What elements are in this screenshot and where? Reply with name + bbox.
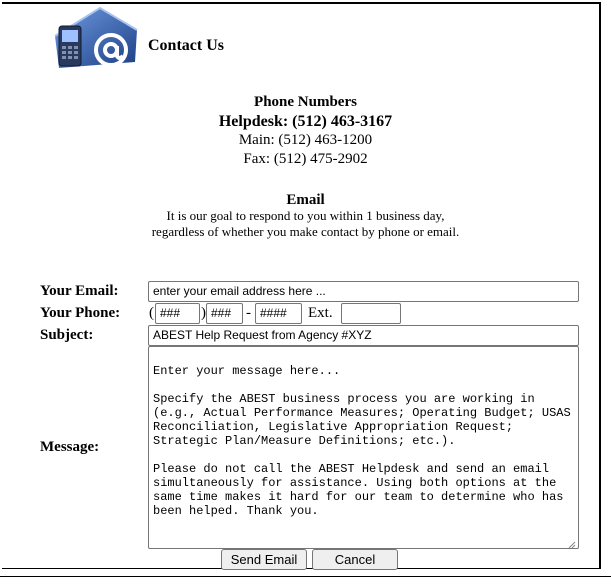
phone-open-paren: (	[149, 305, 154, 321]
email-label: Your Email:	[40, 283, 119, 299]
phone-numbers-heading: Phone Numbers	[254, 94, 357, 110]
message-textarea[interactable]: Enter your message here... Specify the A…	[148, 346, 579, 549]
resize-grip-icon[interactable]	[566, 536, 576, 549]
subject-label: Subject:	[40, 327, 94, 343]
message-label: Message:	[40, 439, 100, 455]
phone-ext-input[interactable]	[341, 303, 401, 324]
email-heading: Email	[286, 192, 325, 208]
subject-field[interactable]: ABEST Help Request from Agency #XYZ	[148, 325, 579, 346]
helpdesk-phone: Helpdesk: (512) 463-3167	[218, 113, 393, 130]
bottom-divider	[0, 576, 611, 577]
phone-area-code-input[interactable]: ###	[155, 303, 200, 324]
ext-label: Ext.	[308, 305, 333, 321]
main-phone: Main: (512) 463-1200	[238, 132, 373, 148]
email-field[interactable]: enter your email address here ...	[148, 281, 579, 302]
phone-prefix-input[interactable]: ###	[206, 303, 243, 324]
email-info-section: Email It is our goal to respond to you w…	[0, 192, 611, 240]
phone-dash: -	[246, 305, 251, 321]
email-info-line-1: It is our goal to respond to you within …	[166, 208, 445, 223]
send-email-button[interactable]: Send Email	[221, 549, 307, 570]
phone-numbers-section: Phone Numbers Helpdesk: (512) 463-3167 M…	[0, 93, 611, 169]
email-at-phone-icon	[45, 6, 140, 72]
phone-line-input[interactable]: ####	[255, 303, 302, 324]
cancel-button[interactable]: Cancel	[312, 549, 398, 570]
email-info-line-2: regardless of whether you make contact b…	[151, 224, 460, 239]
phone-label: Your Phone:	[40, 305, 121, 321]
fax-number: Fax: (512) 475-2902	[243, 151, 368, 167]
page-title: Contact Us	[148, 37, 224, 54]
